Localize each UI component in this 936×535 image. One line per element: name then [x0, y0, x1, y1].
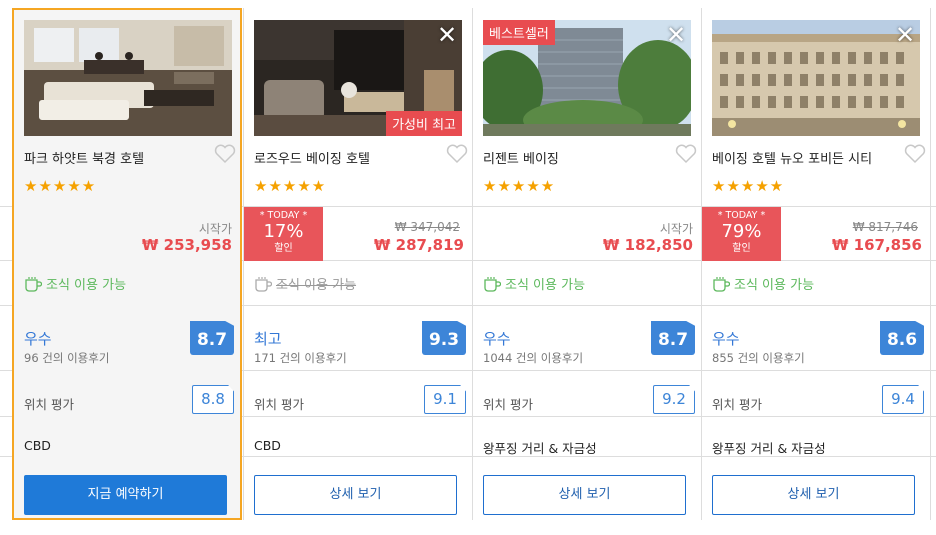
- star-rating: ★★★★★: [483, 177, 556, 195]
- heart-icon[interactable]: [214, 144, 236, 164]
- best-value-badge: 가성비 최고: [386, 111, 462, 136]
- close-icon[interactable]: ✕: [661, 20, 691, 50]
- breakfast-label: 조식 이용 가능: [276, 278, 357, 293]
- heart-icon[interactable]: [675, 144, 697, 164]
- location-label: 위치 평가: [483, 397, 533, 412]
- location-label: 위치 평가: [24, 397, 74, 412]
- rating-word: 최고: [254, 330, 282, 348]
- hotel-card-regent[interactable]: ✕ 베스트셀러 리젠트 베이징 ★★★★★ 시작가 ₩ 182,850 조식 이…: [473, 8, 703, 520]
- price-label: 시작가: [198, 222, 232, 236]
- heart-icon[interactable]: [904, 144, 926, 164]
- original-price: ₩ 347,042: [394, 220, 460, 234]
- hotel-card-rosewood[interactable]: ✕ 가성비 최고 로즈우드 베이징 호텔 ★★★★★ * TODAY * 17%…: [244, 8, 474, 520]
- breakfast-label: 조식 이용 가능: [505, 278, 586, 293]
- star-rating: ★★★★★: [24, 177, 97, 195]
- breakfast-label: 조식 이용 가능: [734, 278, 815, 293]
- book-now-button[interactable]: 지금 예약하기: [24, 475, 227, 515]
- location-label: 위치 평가: [712, 397, 762, 412]
- discount-percent: 79%: [721, 221, 762, 242]
- star-rating: ★★★★★: [254, 177, 327, 195]
- price: ₩ 167,856: [831, 236, 922, 254]
- price-label: 시작가: [659, 222, 693, 236]
- cup-icon: [483, 276, 502, 296]
- hotel-card-beijing-new-otani[interactable]: ✕ 베이징 호텔 뉴오 포비든 시티 ★★★★★ * TODAY * 79% 할…: [702, 8, 932, 520]
- breakfast-info: 조식 이용 가능: [483, 274, 585, 296]
- cup-icon: [24, 276, 43, 296]
- close-icon[interactable]: ✕: [890, 20, 920, 50]
- review-count[interactable]: 855 건의 이용후기: [712, 350, 805, 366]
- hotel-name[interactable]: 리젠트 베이징: [483, 148, 559, 167]
- close-icon[interactable]: ✕: [432, 20, 462, 50]
- location-score-badge: 9.2: [653, 385, 695, 414]
- hotel-photo[interactable]: ✕: [712, 20, 920, 136]
- rating-word: 우수: [712, 330, 740, 348]
- location-label: 위치 평가: [254, 397, 304, 412]
- rating-word: 우수: [24, 330, 52, 348]
- breakfast-info: 조식 이용 가능: [254, 274, 356, 296]
- discount-today-label: * TODAY *: [259, 210, 308, 221]
- review-count[interactable]: 1044 건의 이용후기: [483, 350, 583, 366]
- hotel-name[interactable]: 베이징 호텔 뉴오 포비든 시티: [712, 148, 872, 167]
- rating-word: 우수: [483, 330, 511, 348]
- location-score-badge: 9.4: [882, 385, 924, 414]
- bestseller-badge: 베스트셀러: [483, 20, 555, 45]
- hotel-card-park-hyatt[interactable]: 파크 하얏트 북경 호텔 ★★★★★ 시작가 ₩ 253,958 조식 이용 가…: [12, 8, 242, 520]
- review-score-badge: 8.7: [651, 321, 695, 355]
- area-name: CBD: [24, 438, 51, 453]
- breakfast-label: 조식 이용 가능: [46, 278, 127, 293]
- discount-label: 할인: [732, 243, 751, 254]
- original-price: ₩ 817,746: [852, 220, 918, 234]
- heart-icon[interactable]: [446, 144, 468, 164]
- view-details-button[interactable]: 상세 보기: [712, 475, 915, 515]
- area-name: 왕푸징 거리 & 자금성: [712, 441, 826, 456]
- price: ₩ 253,958: [141, 236, 232, 254]
- discount-today-label: * TODAY *: [717, 210, 766, 221]
- area-name: 왕푸징 거리 & 자금성: [483, 441, 597, 456]
- review-score-badge: 8.7: [190, 321, 234, 355]
- area-name: CBD: [254, 438, 281, 453]
- today-discount-badge: * TODAY * 17% 할인: [244, 207, 323, 261]
- hotel-photo[interactable]: ✕ 가성비 최고: [254, 20, 462, 136]
- breakfast-info: 조식 이용 가능: [712, 274, 814, 296]
- view-details-button[interactable]: 상세 보기: [254, 475, 457, 515]
- price: ₩ 287,819: [373, 236, 464, 254]
- cup-icon: [254, 276, 273, 296]
- star-rating: ★★★★★: [712, 177, 785, 195]
- review-score-badge: 8.6: [880, 321, 924, 355]
- hotel-photo[interactable]: [24, 20, 232, 136]
- review-count[interactable]: 171 건의 이용후기: [254, 350, 347, 366]
- hotel-photo[interactable]: ✕ 베스트셀러: [483, 20, 691, 136]
- review-score-badge: 9.3: [422, 321, 466, 355]
- cup-icon: [712, 276, 731, 296]
- breakfast-info: 조식 이용 가능: [24, 274, 126, 296]
- hotel-name[interactable]: 로즈우드 베이징 호텔: [254, 148, 370, 167]
- location-score-badge: 9.1: [424, 385, 466, 414]
- location-score-badge: 8.8: [192, 385, 234, 414]
- review-count[interactable]: 96 건의 이용후기: [24, 350, 109, 366]
- today-discount-badge: * TODAY * 79% 할인: [702, 207, 781, 261]
- hotel-name[interactable]: 파크 하얏트 북경 호텔: [24, 148, 144, 167]
- price: ₩ 182,850: [602, 236, 693, 254]
- view-details-button[interactable]: 상세 보기: [483, 475, 686, 515]
- discount-label: 할인: [274, 243, 293, 254]
- discount-percent: 17%: [263, 221, 304, 242]
